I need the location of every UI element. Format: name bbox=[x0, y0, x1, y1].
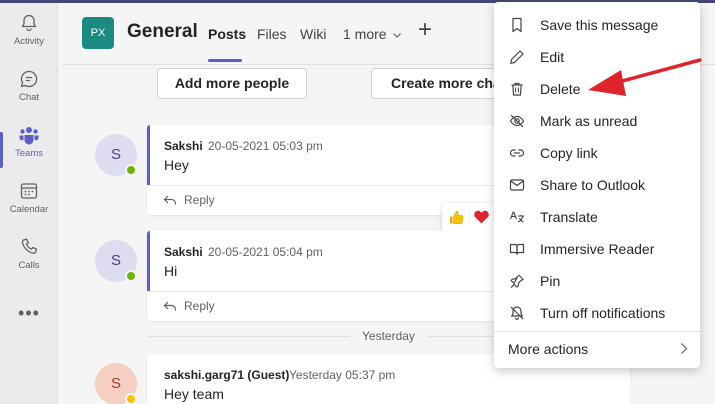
annotation-arrow-icon bbox=[588, 58, 702, 96]
